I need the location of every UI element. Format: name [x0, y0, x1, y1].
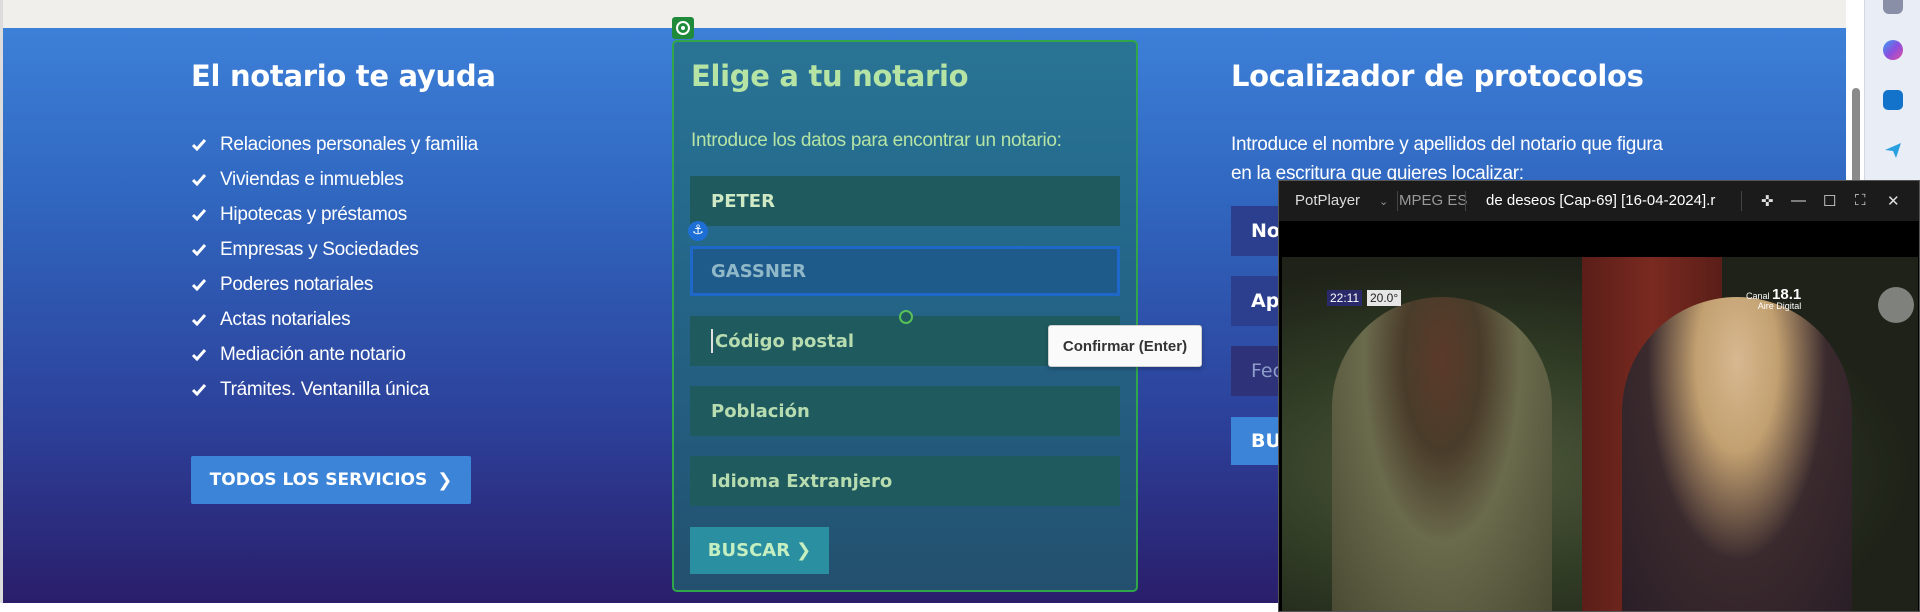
codigo-postal-placeholder: Código postal — [715, 330, 855, 352]
right-description-line1: Introduce el nombre y apellidos del nota… — [1231, 134, 1663, 155]
player-titlebar[interactable]: PotPlayer ⌄ MPEG ES de deseos [Cap-69] [… — [1279, 181, 1919, 221]
list-item-label: Trámites. Ventanilla única — [220, 378, 430, 400]
channel-label: Canal — [1746, 291, 1770, 301]
hud-time: 22:11 — [1327, 290, 1363, 306]
close-icon[interactable]: ✕ — [1887, 192, 1900, 210]
list-item[interactable]: Empresas y Sociedades — [192, 232, 478, 267]
minimize-icon[interactable]: — — [1791, 192, 1806, 209]
poblacion-input[interactable]: Población — [690, 386, 1120, 436]
list-item[interactable]: Hipotecas y préstamos — [192, 197, 478, 232]
video-person-right — [1622, 297, 1852, 611]
check-icon — [192, 383, 206, 396]
player-app-label[interactable]: PotPlayer — [1295, 192, 1360, 209]
confirm-tooltip: Confirmar (Enter) — [1048, 325, 1202, 367]
check-icon — [192, 278, 206, 291]
apellidos-input[interactable]: GASSNER — [690, 246, 1120, 296]
idioma-input[interactable]: Idioma Extranjero — [690, 456, 1120, 506]
check-icon — [192, 243, 206, 256]
check-icon — [192, 138, 206, 151]
right-title: Localizador de protocolos — [1231, 59, 1644, 93]
codec-label: MPEG ES — [1399, 192, 1468, 209]
all-services-button[interactable]: TODOS LOS SERVICIOS ❯ — [191, 456, 471, 504]
chevron-right-icon: ❯ — [437, 469, 453, 491]
divider — [1741, 191, 1742, 211]
list-item-label: Mediación ante notario — [220, 343, 406, 365]
video-person-left — [1332, 297, 1552, 611]
list-item[interactable]: Relaciones personales y familia — [192, 127, 478, 162]
nombre-input[interactable]: PETER — [690, 176, 1120, 226]
copilot-icon[interactable] — [1883, 40, 1903, 60]
panel-title: Elige a tu notario — [691, 59, 969, 93]
outlook-icon[interactable] — [1883, 90, 1903, 110]
pin-icon[interactable]: ✜ — [1761, 192, 1774, 210]
fullscreen-icon[interactable]: ⛶ — [1855, 192, 1866, 209]
divider — [1465, 191, 1466, 211]
list-item[interactable]: Poderes notariales — [192, 267, 478, 302]
list-item-label: Empresas y Sociedades — [220, 238, 419, 260]
list-item-label: Actas notariales — [220, 308, 351, 330]
check-icon — [192, 313, 206, 326]
search-button[interactable]: BUSCAR ❯ — [690, 527, 829, 574]
divider — [1397, 191, 1398, 211]
chevron-down-icon[interactable]: ⌄ — [1379, 195, 1388, 208]
user-icon[interactable] — [1883, 0, 1903, 14]
list-item-label: Viviendas e inmuebles — [220, 168, 404, 190]
resize-handle[interactable] — [899, 310, 913, 324]
maximize-icon[interactable]: ☐ — [1823, 192, 1836, 210]
hud-temperature: 20.0° — [1367, 290, 1402, 306]
list-item-label: Relaciones personales y familia — [220, 133, 478, 155]
check-icon — [192, 173, 206, 186]
channel-subtitle: Aire Digital — [1757, 301, 1802, 311]
anchor-icon[interactable]: ⚓ — [688, 221, 708, 241]
send-icon[interactable] — [1883, 140, 1903, 160]
list-item[interactable]: Viviendas e inmuebles — [192, 162, 478, 197]
all-services-label: TODOS LOS SERVICIOS — [209, 470, 428, 490]
list-item-label: Poderes notariales — [220, 273, 374, 295]
media-title: de deseos [Cap-69] [16-04-2024].r — [1486, 192, 1716, 209]
video-frame[interactable]: 22:11 20.0° Canal 18.1 Aire Digital — [1282, 257, 1918, 611]
chevron-right-icon: ❯ — [796, 540, 812, 561]
list-item[interactable]: Trámites. Ventanilla única — [192, 372, 478, 407]
services-list: Relaciones personales y familia Vivienda… — [192, 127, 478, 407]
channel-badge: Canal 18.1 Aire Digital — [1746, 287, 1802, 311]
list-item[interactable]: Actas notariales — [192, 302, 478, 337]
left-title: El notario te ayuda — [191, 59, 496, 93]
list-item-label: Hipotecas y préstamos — [220, 203, 407, 225]
check-icon — [192, 348, 206, 361]
channel-logo-icon — [1878, 287, 1914, 323]
check-icon — [192, 208, 206, 221]
target-icon[interactable] — [672, 17, 694, 39]
top-bar — [0, 0, 1846, 28]
potplayer-window[interactable]: PotPlayer ⌄ MPEG ES de deseos [Cap-69] [… — [1278, 180, 1920, 612]
text-cursor — [711, 329, 713, 353]
list-item[interactable]: Mediación ante notario — [192, 337, 478, 372]
search-button-label: BUSCAR — [707, 540, 791, 561]
panel-subtitle: Introduce los datos para encontrar un no… — [691, 130, 1062, 151]
